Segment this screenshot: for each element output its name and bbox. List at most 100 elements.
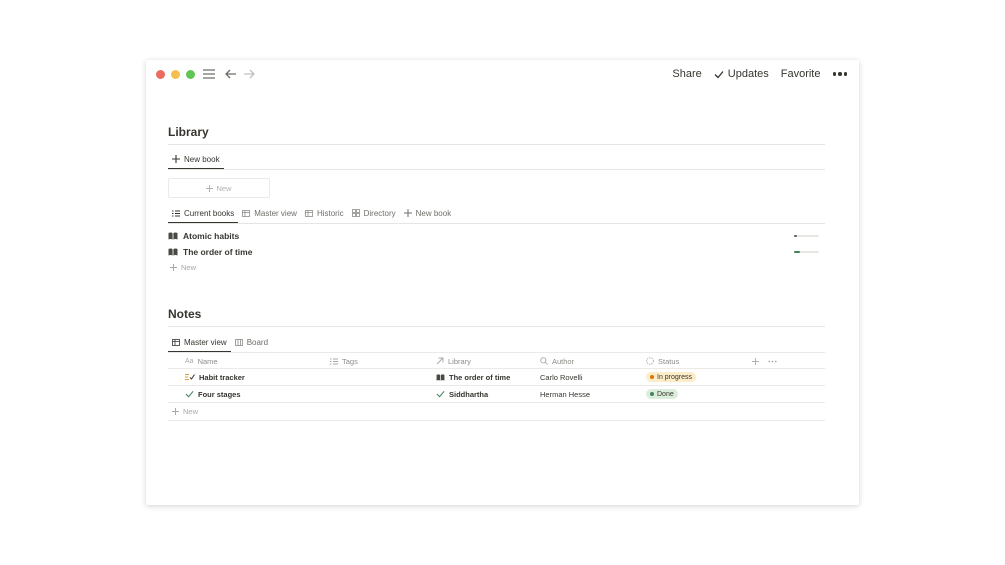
search-icon [540,357,548,365]
column-label: Status [658,356,680,366]
column-header-status[interactable]: Status [646,353,679,369]
status-dot [650,375,654,379]
tab-label: Directory [363,208,396,218]
library-title-divider [168,144,825,145]
table-row[interactable]: Habit tracker The order of time Carlo Ro… [168,369,825,386]
tab-current-books[interactable]: Current books [168,204,239,224]
plus-icon [206,184,214,192]
add-column-button[interactable] [752,353,759,369]
board-icon [234,338,243,346]
cell-author[interactable]: Herman Hesse [540,386,590,402]
progress-bar [794,251,819,253]
column-label: Library [448,356,471,366]
new-card-button[interactable]: New [168,178,270,198]
notes-add-new-button[interactable]: New [172,403,198,419]
tab-historic[interactable]: Historic [301,204,348,222]
gallery-icon [351,209,360,217]
cell-author[interactable]: Carlo Rovelli [540,369,583,385]
list-icon [172,210,180,216]
tab-new-book-top[interactable]: New book [168,150,224,170]
add-new-label: New [183,406,199,416]
close-window-button[interactable] [156,70,165,79]
updates-label: Updates [727,68,769,80]
column-label: Tags [342,356,358,366]
plus-icon [172,155,180,163]
column-header-tags[interactable]: Tags [330,353,358,369]
table-add-row[interactable]: New [168,403,825,421]
notes-title-divider [168,326,825,327]
row-author: Herman Hesse [540,389,591,399]
tab-directory[interactable]: Directory [348,204,400,222]
maximize-window-button[interactable] [186,70,195,79]
library-add-new-button[interactable]: New [170,263,196,272]
forward-arrow-icon[interactable] [242,66,256,82]
checkmark-icon [185,390,194,398]
library-title: Library [168,125,209,139]
row-name: Habit tracker [199,372,245,382]
cell-status[interactable]: In progress [646,369,697,385]
tab-notes-master-view[interactable]: Master view [168,333,231,353]
add-new-label: New [181,263,197,272]
cell-library[interactable]: The order of time [436,369,510,385]
progress-bar [794,235,819,237]
row-name: Four stages [198,389,241,399]
table-header: Aa Name Tags Library Author Status [168,352,825,369]
status-dot [650,392,654,396]
tab-master-view[interactable]: Master view [238,204,301,222]
table-icon [242,209,251,217]
favorite-button[interactable]: Favorite [781,68,821,80]
tab-label: Historic [316,208,344,218]
back-arrow-icon[interactable] [224,66,238,82]
tab-label: New book [415,208,452,218]
new-card-label: New [216,183,232,193]
share-button[interactable]: Share [672,68,701,80]
status-icon [646,357,654,365]
tab-label: Master view [254,208,297,218]
library-tabs-divider [168,169,825,170]
book-title: The order of time [183,247,253,257]
more-options-icon[interactable] [832,72,847,76]
top-bar: Share Updates Favorite [146,60,859,88]
hamburger-menu-icon[interactable] [202,66,216,82]
library-view-divider [168,223,825,224]
list-item[interactable]: The order of time [168,245,825,259]
library-view-tabs: Current books Master view Historic Direc… [168,204,456,224]
checkmark-icon [436,390,445,398]
plus-icon [752,357,759,365]
top-bar-actions: Share Updates Favorite [672,66,847,82]
table-row[interactable]: Four stages Siddhartha Herman Hesse Done [168,386,825,403]
list-item[interactable]: Atomic habits [168,229,825,243]
cell-name[interactable]: Four stages [185,386,241,402]
list-icon [330,358,338,364]
table-icon [305,209,313,217]
plus-icon [170,264,177,271]
column-label: Author [552,356,575,366]
book-icon [436,373,445,381]
column-header-name[interactable]: Aa Name [185,353,218,369]
column-header-library[interactable]: Library [436,353,471,369]
updates-button[interactable]: Updates [714,68,769,80]
plus-icon [403,209,412,217]
status-badge: Done [646,389,678,399]
row-author: Carlo Rovelli [540,372,583,382]
text-prop-icon: Aa [185,357,194,365]
column-header-author[interactable]: Author [540,353,574,369]
progress-fill [794,251,801,253]
tab-board[interactable]: Board [231,333,272,351]
book-title: Atomic habits [183,231,240,241]
tab-label: New book [184,154,220,164]
minimize-window-button[interactable] [171,70,180,79]
column-label: Name [197,356,218,366]
book-icon [168,248,178,256]
plus-icon [172,407,179,415]
column-options-icon[interactable] [768,353,777,369]
tab-new-book[interactable]: New book [400,204,456,222]
library-top-tabs: New book [168,150,224,170]
cell-name[interactable]: Habit tracker [185,369,245,385]
row-library: The order of time [449,372,511,382]
notes-view-tabs: Master view Board [168,333,272,353]
cell-status[interactable]: Done [646,386,678,402]
status-label: In progress [657,373,693,381]
notes-title: Notes [168,307,202,321]
cell-library[interactable]: Siddhartha [436,386,488,402]
